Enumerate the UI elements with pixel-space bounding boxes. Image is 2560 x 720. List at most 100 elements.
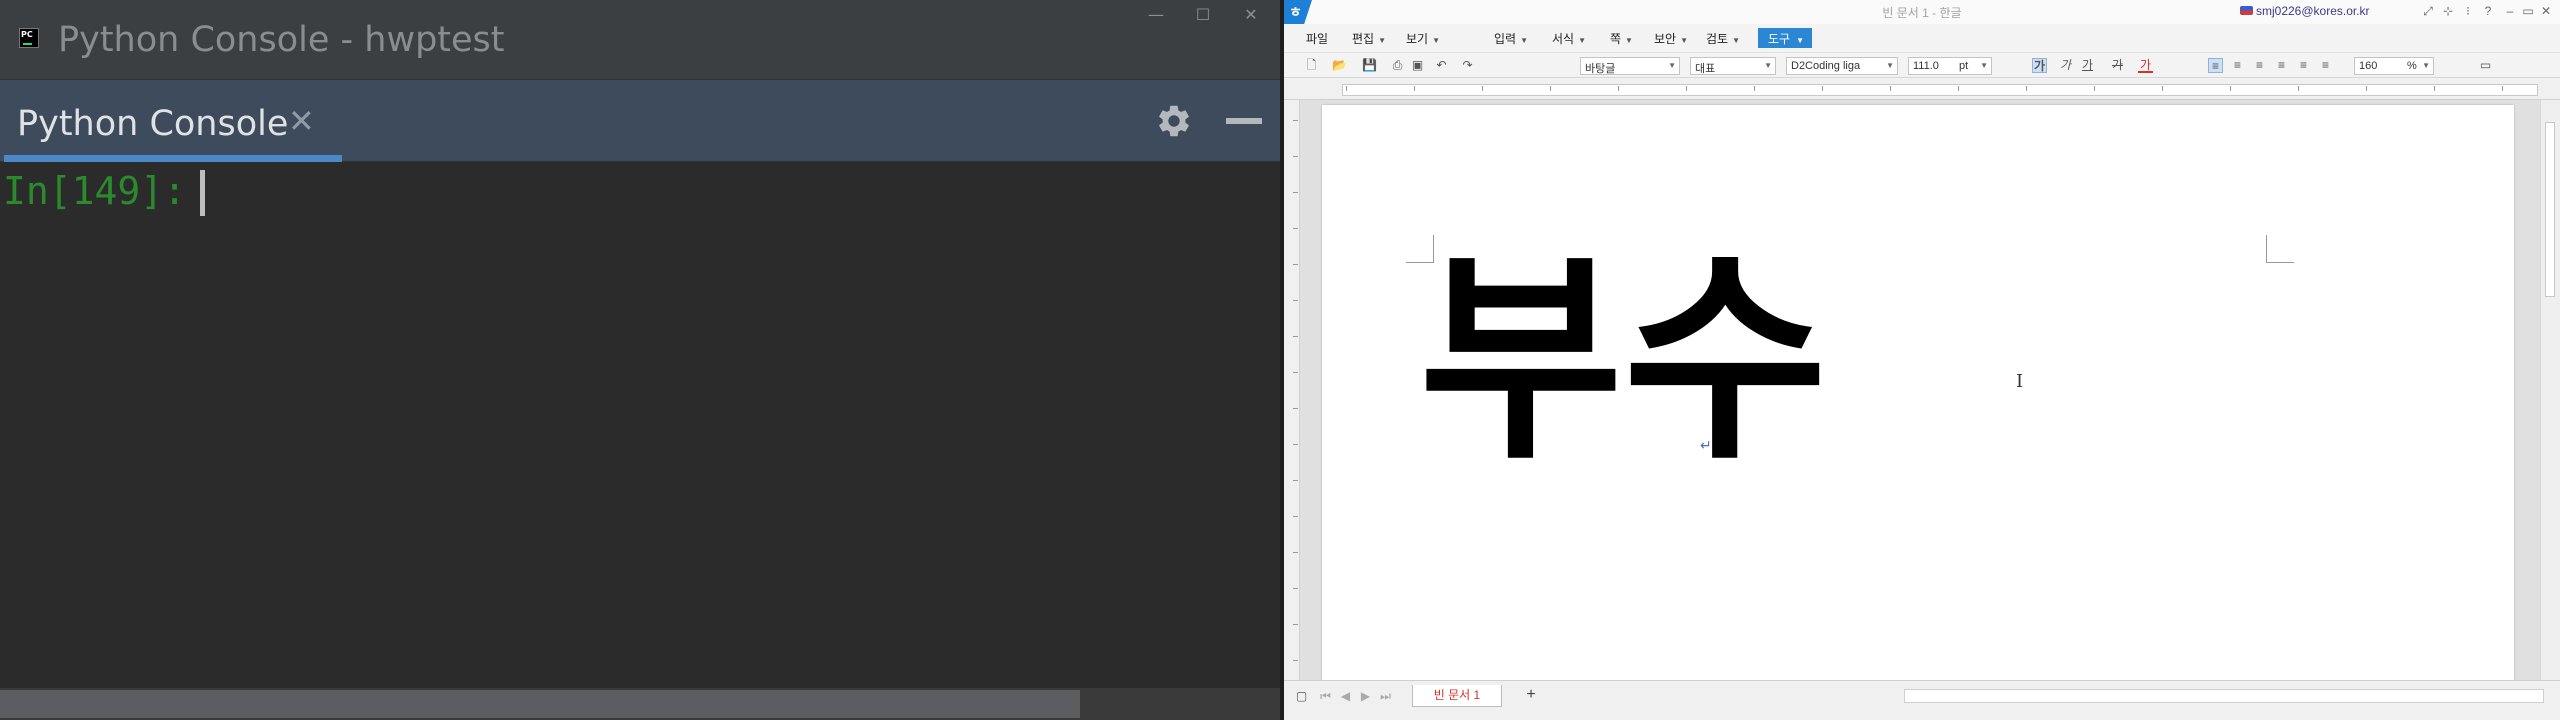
vertical-ruler[interactable] [1284,100,1300,680]
save-icon[interactable]: 💾 [1362,58,1377,73]
vertical-scrollbar[interactable] [2540,100,2560,680]
maximize-window-icon[interactable]: ☐ [1188,2,1218,28]
ruler-text-area [1342,84,2538,96]
horizontal-scrollbar[interactable] [1904,689,2544,703]
hide-panel-icon[interactable] [1226,118,1262,124]
ruler-tick [2230,86,2231,91]
open-folder-icon[interactable]: 📂 [1332,58,1347,73]
add-tab-icon[interactable]: + [1520,685,1542,707]
font-select[interactable]: D2Coding liga ▼ [1786,57,1898,75]
first-tab-icon[interactable]: ⏮ [1318,689,1333,704]
menu-file[interactable]: 파일 [1306,30,1328,47]
menu-review[interactable]: 검토 ▼ [1706,30,1740,47]
redo-icon[interactable]: ↷ [1460,58,1475,73]
console-output-area[interactable]: In[149]: [0,162,1280,690]
ruler-tick [1890,86,1891,91]
minimize-window-icon[interactable]: — [1141,2,1171,28]
layout-icon[interactable]: ⊹ [2440,3,2456,19]
chevron-down-icon: ▼ [1520,36,1529,45]
ruler-tick [1686,86,1687,91]
menu-security[interactable]: 보안 ▼ [1654,30,1688,47]
ruler-tick [1293,624,1298,625]
menu-view[interactable]: 보기 ▼ [1406,30,1440,47]
font-group-select[interactable]: 대표 ▼ [1690,57,1776,75]
tab-document[interactable]: 빈 문서 1 [1412,685,1502,707]
hwp-title-bar[interactable]: ㅎ 빈 문서 1 - 한글 smj0226@kores.or.kr ⤢ ⊹ ⁝ … [1284,0,2560,24]
chevron-down-icon: ▼ [1886,61,1894,70]
align-justify-icon[interactable]: ≡ [2208,58,2223,73]
chevron-down-icon: ▼ [1764,61,1772,70]
ruler-tick [2434,86,2435,91]
text-caret [200,170,205,216]
menu-insert[interactable]: 입력 ▼ [1494,30,1528,47]
pycharm-app-icon [19,28,39,48]
chevron-down-icon: ▼ [1378,36,1387,45]
hangul-window: ㅎ 빈 문서 1 - 한글 smj0226@kores.or.kr ⤢ ⊹ ⁝ … [1284,0,2560,720]
layout-view-icon[interactable]: ▢ [1294,689,1309,704]
align-divide-icon[interactable]: ≡ [2318,58,2333,73]
ruler-tick [1958,86,1959,91]
menu-format[interactable]: 서식 ▼ [1552,30,1586,47]
ruler-tick [1293,156,1298,157]
font-size-select[interactable]: 111.0 pt ▼ [1908,57,1992,75]
ruler-tick [1754,86,1755,91]
undo-icon[interactable]: ↶ [1434,58,1449,73]
strikethrough-button[interactable]: 가 [2110,58,2125,73]
ruler-tick [1293,264,1298,265]
gear-icon[interactable] [1155,102,1193,140]
menu-tools[interactable]: 도구 ▼ [1758,28,1812,48]
chevron-down-icon: ▼ [2422,61,2430,70]
tab-python-console[interactable]: Python Console ✕ [4,80,342,162]
ruler-tick [1293,552,1298,553]
last-tab-icon[interactable]: ⏭ [1378,689,1393,704]
view-toggle-icon[interactable]: ▭ [2478,58,2493,73]
ruler-tick [1618,86,1619,91]
align-left-icon[interactable]: ≡ [2230,58,2245,73]
close-tab-icon[interactable]: ✕ [288,102,315,140]
menu-edit[interactable]: 편집 ▼ [1352,30,1386,47]
maximize-window-icon[interactable]: ▭ [2520,3,2536,19]
print-icon[interactable]: ⎙ [1390,58,1405,73]
user-flag-icon [2240,6,2253,15]
document-text[interactable]: 부수 [1419,250,1827,472]
ruler-tick [1346,86,1347,91]
zoom-select[interactable]: 160 % ▼ [2354,57,2434,75]
align-center-icon[interactable]: ≡ [2252,58,2267,73]
console-prompt: In[149]: [3,169,209,213]
chevron-down-icon: ▼ [1980,61,1988,70]
paragraph-style-select[interactable]: 바탕글 ▼ [1580,57,1680,75]
italic-button[interactable]: 가 [2058,58,2073,73]
ruler-tick [1482,86,1483,91]
menu-page[interactable]: 쪽 ▼ [1610,30,1633,47]
vertical-scrollbar-thumb[interactable] [2545,122,2555,297]
ruler-tick [2298,86,2299,91]
console-title-bar[interactable]: Python Console - hwptest — ☐ ✕ [0,0,1280,80]
user-account[interactable]: smj0226@kores.or.kr [2256,4,2370,18]
chevron-down-icon: ▼ [1796,36,1805,45]
bold-button[interactable]: 가 [2032,58,2047,73]
close-window-icon[interactable]: ✕ [2538,3,2554,19]
expand-icon[interactable]: ⤢ [2420,3,2436,19]
new-document-icon[interactable]: 🗋 [1304,58,1319,73]
chevron-down-icon: ▼ [1680,36,1689,45]
align-distribute-icon[interactable]: ≡ [2296,58,2311,73]
underline-button[interactable]: 가 [2080,58,2095,73]
active-tab-indicator [4,155,342,162]
document-canvas[interactable]: 부수 ↵ I [1300,100,2550,680]
ruler-tick [2026,86,2027,91]
ibeam-cursor-icon: I [2016,371,2024,392]
previous-tab-icon[interactable]: ◀ [1338,689,1353,704]
close-window-icon[interactable]: ✕ [1236,2,1266,28]
horizontal-ruler[interactable] [1284,79,2560,100]
preview-icon[interactable]: ▣ [1410,58,1425,73]
ruler-tick [1293,372,1298,373]
document-page[interactable]: 부수 ↵ I [1322,105,2514,680]
next-tab-icon[interactable]: ▶ [1358,689,1373,704]
horizontal-scrollbar-thumb[interactable] [0,690,1080,718]
align-right-icon[interactable]: ≡ [2274,58,2289,73]
minimize-window-icon[interactable]: – [2502,3,2518,19]
options-icon[interactable]: ⁝ [2460,3,2476,19]
help-icon[interactable]: ? [2480,3,2496,19]
ruler-tick [2162,86,2163,91]
font-color-button[interactable]: 가 [2138,58,2153,73]
